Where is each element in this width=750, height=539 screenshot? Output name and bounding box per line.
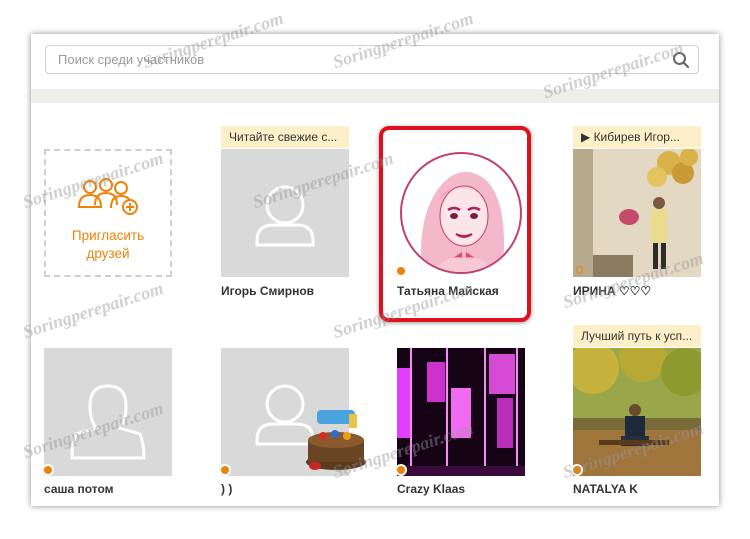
status-tag-text: ▶ Кибирев Игор... xyxy=(581,130,680,144)
status-tag-text: Лучший путь к усп... xyxy=(581,329,693,343)
member-card[interactable]: ▶ Кибирев Игор... ИРИНА ♡♡♡ xyxy=(573,126,703,306)
photo-image xyxy=(573,149,701,277)
members-panel: Пригласить друзей Читайте свежие с... Иг… xyxy=(31,34,719,506)
member-name[interactable]: NATALYA K xyxy=(573,482,638,496)
member-name[interactable]: Crazy Klaas xyxy=(397,482,465,496)
member-name[interactable]: саша потом xyxy=(44,482,114,496)
avatar[interactable] xyxy=(221,149,349,277)
member-card[interactable]: ) ) xyxy=(221,348,366,498)
photo-image xyxy=(397,348,525,476)
member-name[interactable]: ) ) xyxy=(221,482,232,496)
online-indicator xyxy=(397,466,405,474)
status-tag[interactable]: ▶ Кибирев Игор... xyxy=(573,126,701,148)
online-indicator xyxy=(221,466,229,474)
status-tag-text: Читайте свежие с... xyxy=(229,130,338,144)
member-name[interactable]: ИРИНА ♡♡♡ xyxy=(573,284,651,298)
invite-label-line1: Пригласить xyxy=(71,228,145,243)
invite-label-line2: друзей xyxy=(86,246,130,261)
avatar-photo[interactable] xyxy=(573,149,701,277)
member-card[interactable]: Читайте свежие с... Игорь Смирнов xyxy=(221,126,351,306)
avatar[interactable] xyxy=(221,348,366,476)
search-box[interactable] xyxy=(45,45,699,74)
online-indicator xyxy=(573,466,581,474)
selection-highlight xyxy=(379,126,531,322)
search-icon[interactable] xyxy=(672,51,690,69)
user-placeholder-female-icon xyxy=(70,384,146,460)
invite-friends-button[interactable]: Пригласить друзей xyxy=(44,149,172,277)
status-tag[interactable]: Лучший путь к усп... xyxy=(573,325,701,347)
avatar-photo[interactable] xyxy=(397,348,525,476)
status-tag[interactable]: Читайте свежие с... xyxy=(221,126,349,148)
divider-strip xyxy=(31,89,719,103)
add-friends-icon xyxy=(77,178,138,215)
avatar-photo[interactable] xyxy=(573,348,701,476)
birthday-cake-icon xyxy=(306,410,366,470)
member-card[interactable]: Лучший путь к усп... NATALYA K xyxy=(573,325,703,505)
search-input[interactable] xyxy=(46,46,668,73)
member-name[interactable]: Игорь Смирнов xyxy=(221,284,314,298)
member-card[interactable]: саша потом xyxy=(44,348,174,498)
avatar[interactable] xyxy=(44,348,172,476)
member-card[interactable]: Crazy Klaas xyxy=(397,348,527,498)
photo-image xyxy=(573,348,701,476)
online-indicator xyxy=(44,466,52,474)
user-placeholder-icon xyxy=(255,185,315,247)
